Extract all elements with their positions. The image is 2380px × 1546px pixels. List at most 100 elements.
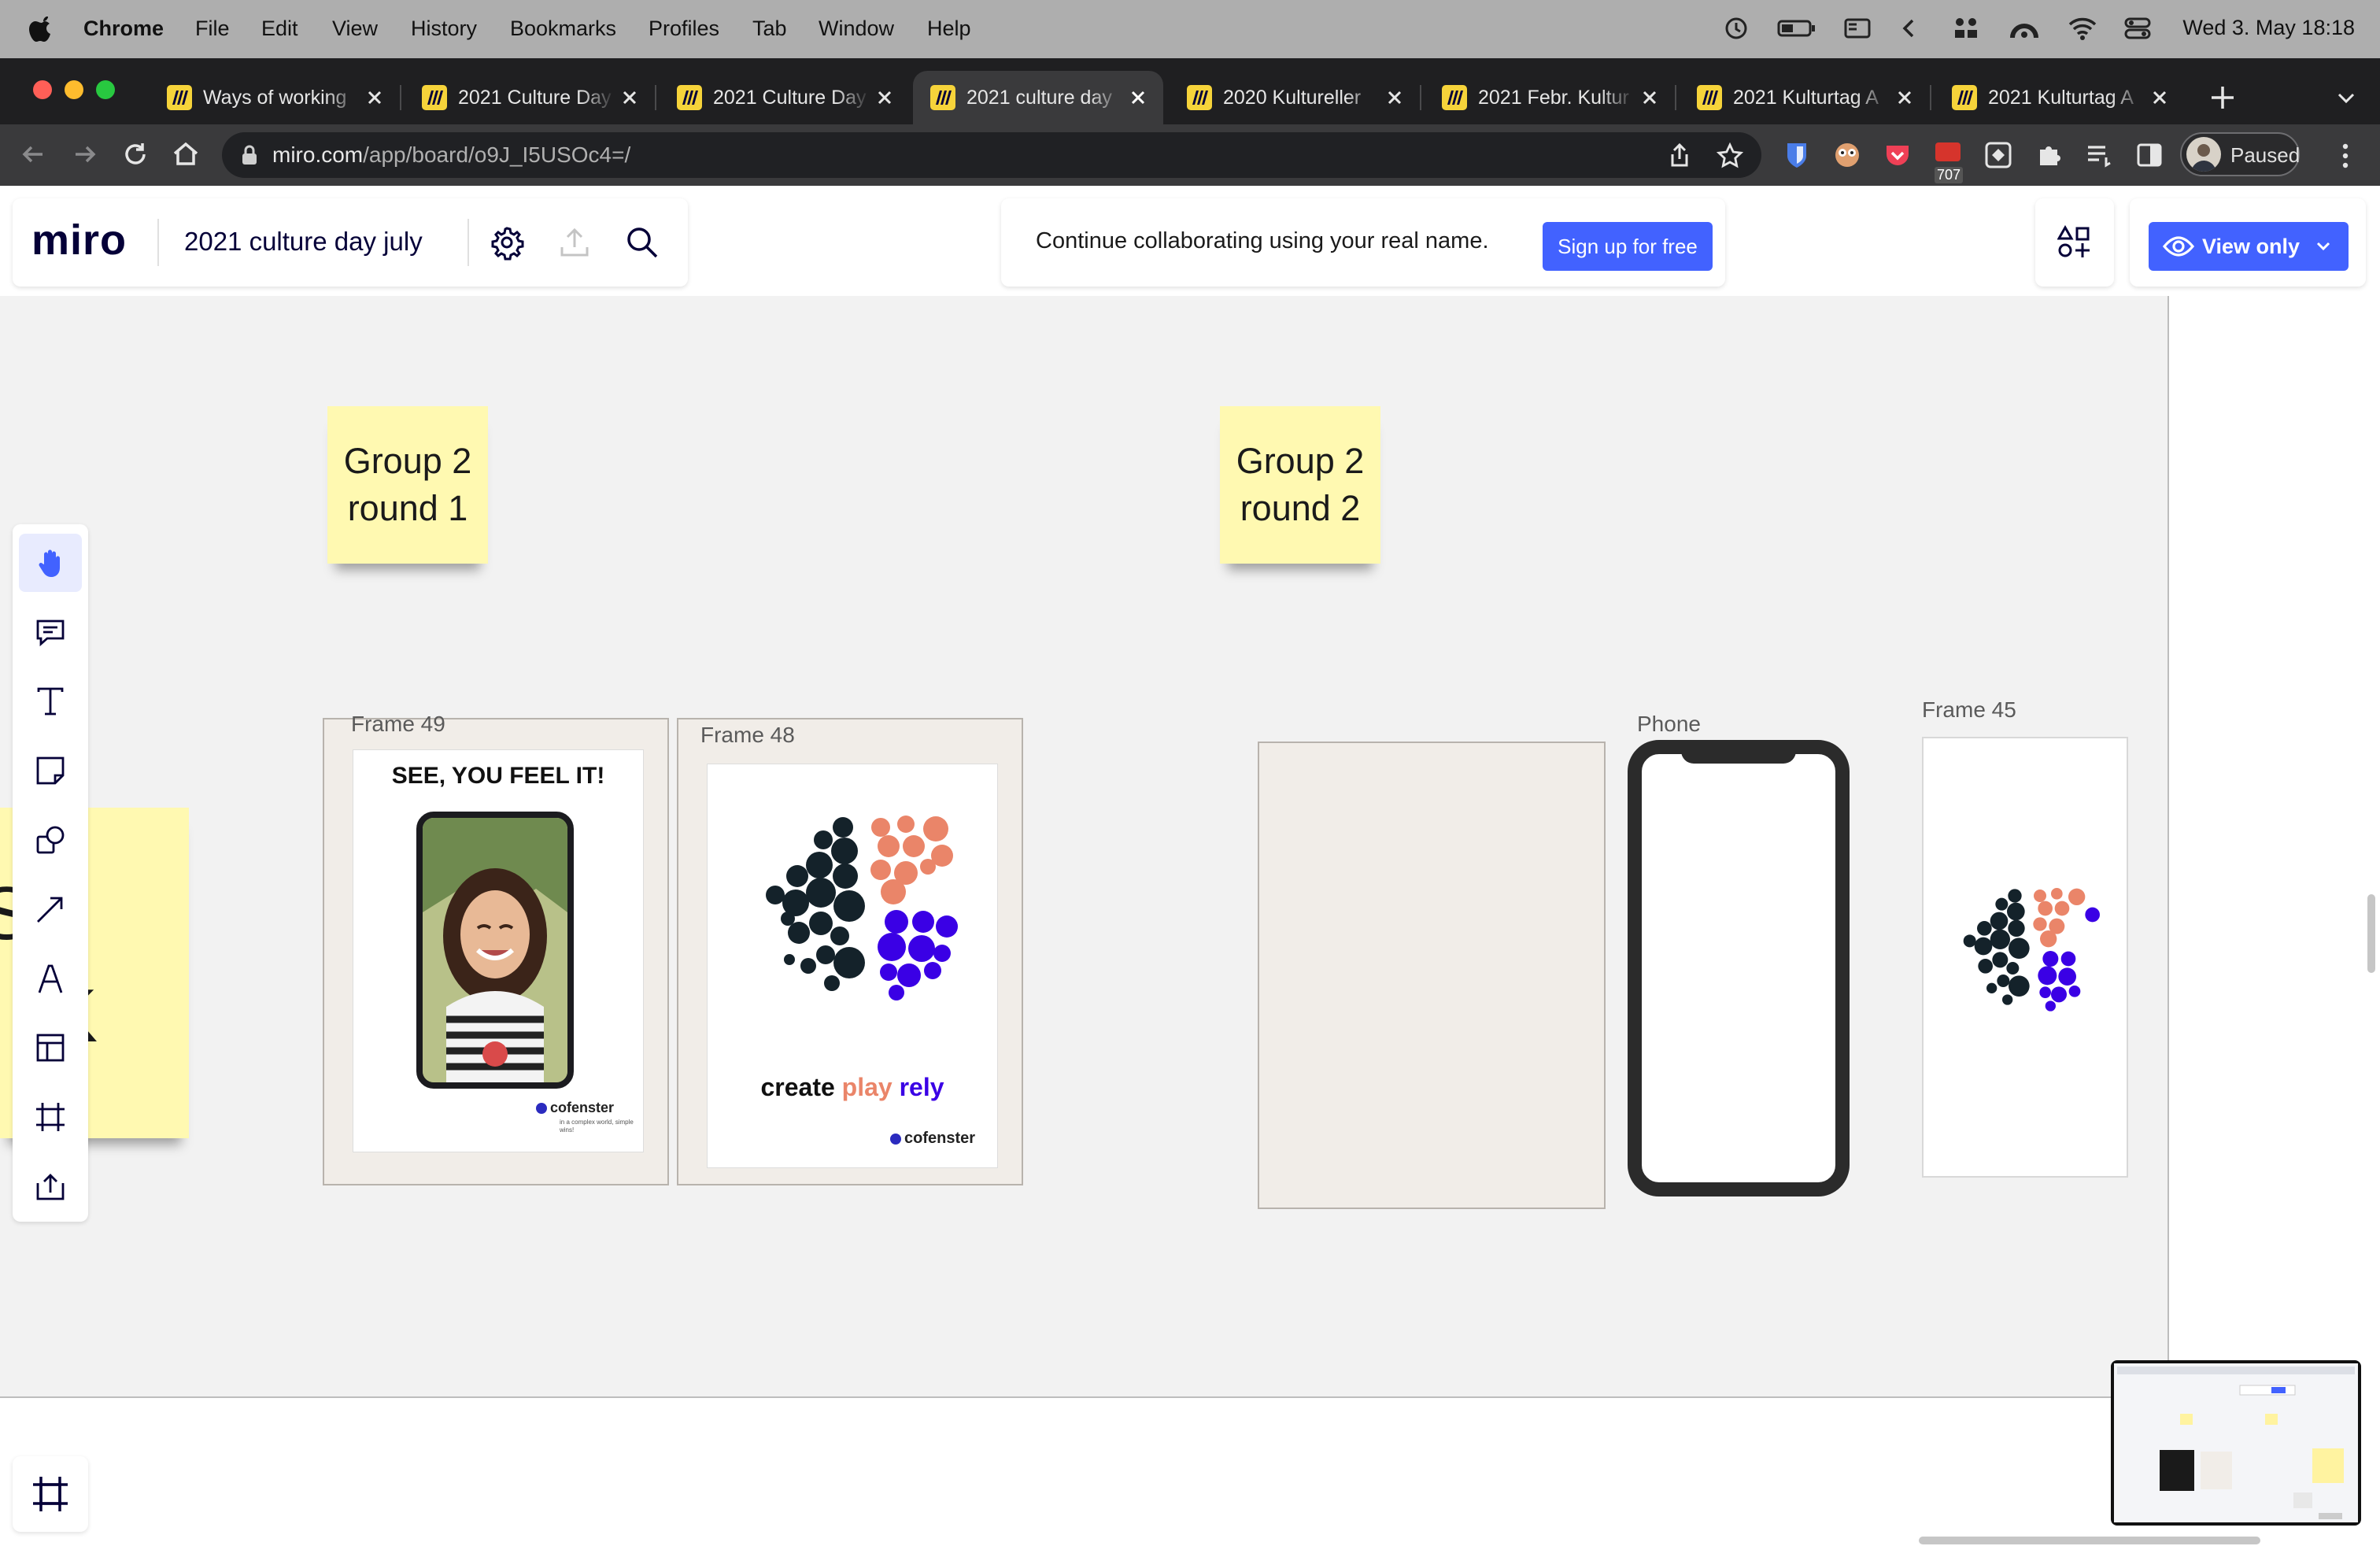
tab-separator xyxy=(655,85,656,110)
bitwarden-shield-icon[interactable] xyxy=(1782,140,1812,170)
settings-gear-icon[interactable] xyxy=(488,224,526,261)
horizontal-scrollbar[interactable] xyxy=(1919,1537,2260,1544)
vertical-scrollbar[interactable] xyxy=(2367,894,2375,973)
miro-canvas[interactable]: Group 2 round 1 Group 2 round 2 SE K SEE… xyxy=(0,186,2380,1546)
apps-button[interactable] xyxy=(2035,198,2114,287)
browser-tab[interactable]: 2020 Kultureller xyxy=(1170,71,1421,124)
menu-profiles[interactable]: Profiles xyxy=(649,17,719,41)
sticky-note[interactable]: Group 2 round 2 xyxy=(1220,406,1380,564)
tab-separator xyxy=(400,85,401,110)
sign-up-button[interactable]: Sign up for free xyxy=(1543,222,1713,271)
frame-label[interactable]: Frame 45 xyxy=(1922,697,2016,723)
templates-tool[interactable] xyxy=(19,1019,82,1077)
comment-tool[interactable] xyxy=(19,603,82,661)
tab-close-icon[interactable] xyxy=(1124,83,1152,112)
chevron-left-icon[interactable] xyxy=(1894,13,1925,44)
frames-list-button[interactable] xyxy=(13,1456,88,1532)
phone-frame[interactable] xyxy=(1628,740,1850,1196)
browser-tab[interactable]: 2021 Kulturtag A xyxy=(1680,71,1931,124)
tab-close-icon[interactable] xyxy=(615,83,644,112)
menu-file[interactable]: File xyxy=(195,17,230,41)
battery-icon[interactable] xyxy=(1777,13,1816,44)
tab-close-icon[interactable] xyxy=(360,83,389,112)
share-icon[interactable] xyxy=(1665,142,1694,170)
shapes-tool[interactable] xyxy=(19,811,82,869)
rss-extension-icon[interactable] xyxy=(1933,140,1963,170)
menu-bookmarks[interactable]: Bookmarks xyxy=(510,17,616,41)
tab-close-icon[interactable] xyxy=(1380,83,1409,112)
people-icon[interactable] xyxy=(1950,13,1982,44)
bookmark-star-icon[interactable] xyxy=(1716,142,1744,170)
menu-clock[interactable]: Wed 3. May 18:18 xyxy=(2182,16,2355,40)
forward-arrow-icon[interactable] xyxy=(68,137,102,172)
frame-48[interactable]: create play rely cofenster xyxy=(677,718,1023,1185)
frame-45[interactable] xyxy=(1922,737,2128,1178)
tab-title: 2021 Febr. Kultur xyxy=(1478,87,1629,109)
window-close-button[interactable] xyxy=(33,80,52,99)
menu-edit[interactable]: Edit xyxy=(261,17,298,41)
control-center-icon[interactable] xyxy=(2122,13,2153,44)
browser-tab[interactable]: 2021 Febr. Kultur xyxy=(1425,71,1676,124)
pocket-icon[interactable] xyxy=(1883,140,1913,170)
browser-tab[interactable]: 2021 Kulturtag A xyxy=(1935,71,2185,124)
text-tool[interactable] xyxy=(19,672,82,730)
window-minimize-button[interactable] xyxy=(65,80,83,99)
pen-tool[interactable] xyxy=(19,949,82,1008)
frame-label[interactable]: Frame 48 xyxy=(700,723,795,748)
miro-logo[interactable]: miro xyxy=(31,216,127,264)
back-arrow-icon[interactable] xyxy=(16,137,50,172)
wifi-icon[interactable] xyxy=(2067,13,2098,44)
tab-close-icon[interactable] xyxy=(1890,83,1919,112)
menu-window[interactable]: Window xyxy=(819,17,894,41)
more-vertical-icon[interactable] xyxy=(2336,140,2355,172)
browser-tab[interactable]: Ways of working xyxy=(150,71,401,124)
empty-frame[interactable] xyxy=(1258,742,1606,1209)
search-icon[interactable] xyxy=(623,224,661,261)
frame-label[interactable]: Frame 49 xyxy=(351,712,445,737)
menu-help[interactable]: Help xyxy=(927,17,971,41)
profile-button[interactable]: Paused xyxy=(2180,132,2300,176)
arc-icon[interactable] xyxy=(2009,13,2040,44)
upload-tool[interactable] xyxy=(19,1157,82,1215)
home-icon[interactable] xyxy=(168,137,203,172)
new-tab-plus-icon[interactable] xyxy=(2207,82,2238,113)
frame-49[interactable]: SEE, YOU FEEL IT! cofenster in a complex… xyxy=(323,718,669,1185)
view-only-button[interactable]: View only xyxy=(2149,222,2349,271)
upload-icon[interactable] xyxy=(556,224,593,261)
connection-line-tool[interactable] xyxy=(19,880,82,938)
tab-close-icon[interactable] xyxy=(1635,83,1664,112)
menu-tab[interactable]: Tab xyxy=(752,17,787,41)
tab-close-icon[interactable] xyxy=(2145,83,2174,112)
side-panel-icon[interactable] xyxy=(2134,140,2164,170)
time-machine-icon[interactable] xyxy=(1720,13,1752,44)
board-minimap[interactable] xyxy=(2111,1360,2361,1526)
reload-icon[interactable] xyxy=(118,137,153,172)
hand-tool[interactable] xyxy=(19,534,82,592)
extensions-puzzle-icon[interactable] xyxy=(2034,140,2064,170)
board-name[interactable]: 2021 culture day july xyxy=(184,227,423,257)
frame-label[interactable]: Phone xyxy=(1637,712,1701,737)
address-bar[interactable]: miro.com/app/board/o9J_I5USOc4=/ xyxy=(222,132,1761,178)
menu-app-name[interactable]: Chrome xyxy=(83,17,164,41)
display-icon[interactable] xyxy=(1842,13,1873,44)
browser-tab[interactable]: 2021 Culture Day xyxy=(660,71,910,124)
sticky-note-tool[interactable] xyxy=(19,742,82,800)
menu-history[interactable]: History xyxy=(411,17,477,41)
poster-create-play-rely[interactable]: create play rely cofenster xyxy=(707,764,998,1168)
apple-logo-icon[interactable] xyxy=(28,13,55,44)
tab-close-icon[interactable] xyxy=(870,83,899,112)
browser-tab[interactable]: 2021 Culture Day xyxy=(405,71,656,124)
cube-extension-icon[interactable] xyxy=(1983,140,2013,170)
poster-brand: cofenster xyxy=(536,1100,614,1116)
reading-list-icon[interactable] xyxy=(2084,140,2114,170)
tab-search-chevron-icon[interactable] xyxy=(2334,87,2358,110)
poster-headline: SEE, YOU FEEL IT! xyxy=(391,763,605,789)
browser-tab-active[interactable]: 2021 culture day xyxy=(913,71,1163,124)
window-zoom-button[interactable] xyxy=(96,80,115,99)
poster-see-you-feel-it[interactable]: SEE, YOU FEEL IT! cofenster in a complex… xyxy=(353,749,644,1152)
face-extension-icon[interactable] xyxy=(1832,140,1862,170)
sticky-note[interactable]: Group 2 round 1 xyxy=(327,406,488,564)
lock-icon[interactable] xyxy=(241,144,258,166)
frame-tool[interactable] xyxy=(19,1088,82,1146)
menu-view[interactable]: View xyxy=(332,17,378,41)
